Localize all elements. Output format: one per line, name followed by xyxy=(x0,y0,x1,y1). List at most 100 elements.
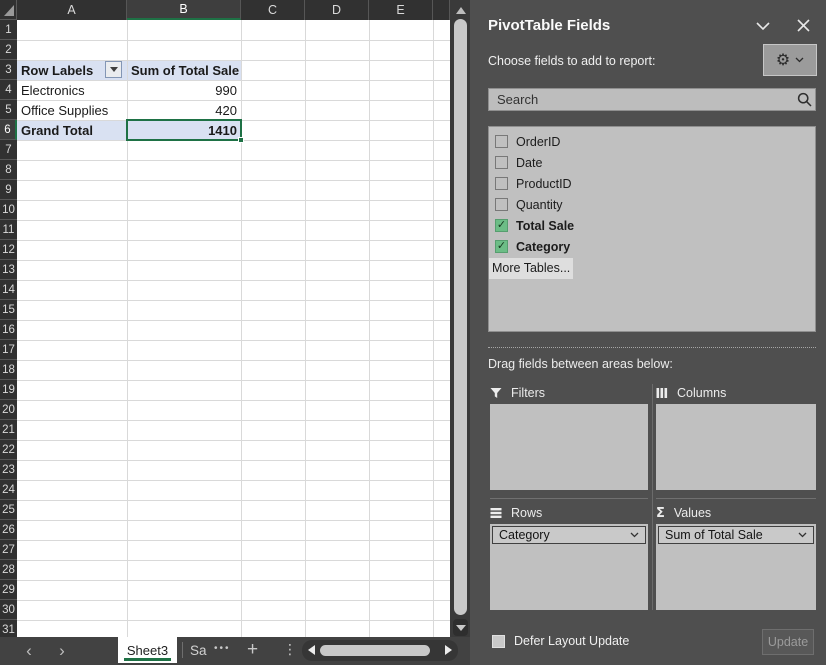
row-header-6[interactable]: 6 xyxy=(0,120,17,140)
row-header-26[interactable]: 26 xyxy=(0,520,17,540)
row-header-16[interactable]: 16 xyxy=(0,320,17,340)
field-list: OrderIDDateProductIDQuantity✓Total Sale✓… xyxy=(488,126,816,332)
row-header-28[interactable]: 28 xyxy=(0,560,17,580)
update-button[interactable]: Update xyxy=(762,629,814,655)
cell-B5[interactable]: 420 xyxy=(127,100,241,120)
row-header-14[interactable]: 14 xyxy=(0,280,17,300)
fill-handle[interactable] xyxy=(238,137,244,143)
row-header-25[interactable]: 25 xyxy=(0,500,17,520)
filters-area-label: Filters xyxy=(490,385,545,401)
filters-drop-area[interactable] xyxy=(490,404,648,490)
field-checkbox-category[interactable]: ✓ xyxy=(495,240,508,253)
field-item-category[interactable]: ✓Category xyxy=(489,237,815,258)
vertical-scrollbar[interactable] xyxy=(452,0,469,637)
scroll-right-icon[interactable] xyxy=(445,645,452,655)
close-panel-button[interactable] xyxy=(795,17,812,34)
tools-button[interactable]: ⚙ xyxy=(763,44,817,76)
more-sheets-icon[interactable]: ••• xyxy=(214,643,231,654)
more-tables-link[interactable]: More Tables... xyxy=(489,258,573,279)
col-header-D[interactable]: D xyxy=(305,0,369,20)
next-sheet-button[interactable]: › xyxy=(55,643,69,659)
row-header-13[interactable]: 13 xyxy=(0,260,17,280)
field-checkbox-productid[interactable] xyxy=(495,177,508,190)
row-header-23[interactable]: 23 xyxy=(0,460,17,480)
prev-sheet-button[interactable]: ‹ xyxy=(22,643,36,659)
sheet-tab-bar: ‹ › Sheet3 Sa ••• + ⋮ xyxy=(0,637,470,665)
values-drop-area[interactable]: Sum of Total Sale xyxy=(656,524,816,610)
collapse-panel-button[interactable] xyxy=(754,18,772,34)
cell-A4[interactable]: Electronics xyxy=(17,80,127,100)
row-header-18[interactable]: 18 xyxy=(0,360,17,380)
sheet-options-icon[interactable]: ⋮ xyxy=(283,641,297,658)
rows-drop-area[interactable]: Category xyxy=(490,524,648,610)
row-header-30[interactable]: 30 xyxy=(0,600,17,620)
field-item-date[interactable]: Date xyxy=(489,153,815,174)
rows-field-pill[interactable]: Category xyxy=(492,526,646,544)
field-item-productid[interactable]: ProductID xyxy=(489,174,815,195)
row-header-1[interactable]: 1 xyxy=(0,20,17,40)
col-header-A[interactable]: A xyxy=(17,0,127,20)
col-header-partial[interactable] xyxy=(433,0,450,20)
horizontal-scrollbar[interactable] xyxy=(302,640,458,661)
select-all-corner[interactable] xyxy=(0,0,17,20)
gridline xyxy=(17,360,450,361)
row-labels-filter-button[interactable] xyxy=(105,61,122,78)
row-header-27[interactable]: 27 xyxy=(0,540,17,560)
add-sheet-button[interactable]: + xyxy=(247,639,258,661)
search-input[interactable] xyxy=(488,88,816,111)
row-header-12[interactable]: 12 xyxy=(0,240,17,260)
row-header-8[interactable]: 8 xyxy=(0,160,17,180)
field-item-quantity[interactable]: Quantity xyxy=(489,195,815,216)
row-header-17[interactable]: 17 xyxy=(0,340,17,360)
cell-A6-grand-total[interactable]: Grand Total xyxy=(17,120,127,140)
defer-layout-label: Defer Layout Update xyxy=(514,634,629,648)
field-checkbox-total-sale[interactable]: ✓ xyxy=(495,219,508,232)
cell-A5[interactable]: Office Supplies xyxy=(17,100,127,120)
row-header-19[interactable]: 19 xyxy=(0,380,17,400)
drag-fields-hint: Drag fields between areas below: xyxy=(488,357,673,371)
gridline xyxy=(17,540,450,541)
row-header-22[interactable]: 22 xyxy=(0,440,17,460)
gridline xyxy=(17,300,450,301)
gridline xyxy=(17,260,450,261)
scroll-down-button[interactable] xyxy=(453,619,468,636)
defer-layout-checkbox[interactable] xyxy=(492,635,505,648)
col-header-C[interactable]: C xyxy=(241,0,305,20)
row-header-10[interactable]: 10 xyxy=(0,200,17,220)
columns-drop-area[interactable] xyxy=(656,404,816,490)
cell-grid[interactable]: Row LabelsSum of Total SaleElectronics99… xyxy=(17,20,450,637)
row-header-21[interactable]: 21 xyxy=(0,420,17,440)
scroll-left-icon[interactable] xyxy=(308,645,315,655)
field-checkbox-orderid[interactable] xyxy=(495,135,508,148)
field-checkbox-date[interactable] xyxy=(495,156,508,169)
cell-B3-sum-of-total-sale[interactable]: Sum of Total Sale xyxy=(127,60,241,80)
row-header-2[interactable]: 2 xyxy=(0,40,17,60)
tab-sheet3[interactable]: Sheet3 xyxy=(118,637,177,663)
row-header-9[interactable]: 9 xyxy=(0,180,17,200)
row-header-5[interactable]: 5 xyxy=(0,100,17,120)
active-sheet-label: Sheet3 xyxy=(127,643,168,658)
horizontal-scrollbar-thumb[interactable] xyxy=(320,645,430,656)
vertical-scrollbar-thumb[interactable] xyxy=(454,19,467,615)
col-header-E[interactable]: E xyxy=(369,0,433,20)
row-header-15[interactable]: 15 xyxy=(0,300,17,320)
values-field-pill[interactable]: Sum of Total Sale xyxy=(658,526,814,544)
col-header-B[interactable]: B xyxy=(127,0,241,20)
row-header-3[interactable]: 3 xyxy=(0,60,17,80)
row-header-20[interactable]: 20 xyxy=(0,400,17,420)
field-checkbox-quantity[interactable] xyxy=(495,198,508,211)
gridline xyxy=(17,100,450,101)
selected-cell-border-B6[interactable] xyxy=(126,119,242,141)
field-item-total-sale[interactable]: ✓Total Sale xyxy=(489,216,815,237)
row-header-7[interactable]: 7 xyxy=(0,140,17,160)
tab-divider xyxy=(182,642,183,658)
row-header-11[interactable]: 11 xyxy=(0,220,17,240)
tab-partial-sheet[interactable]: Sa xyxy=(190,642,207,660)
row-header-4[interactable]: 4 xyxy=(0,80,17,100)
row-header-29[interactable]: 29 xyxy=(0,580,17,600)
scroll-up-icon[interactable] xyxy=(456,7,466,14)
row-header-24[interactable]: 24 xyxy=(0,480,17,500)
cell-B4[interactable]: 990 xyxy=(127,80,241,100)
field-item-orderid[interactable]: OrderID xyxy=(489,132,815,153)
row-header-31[interactable]: 31 xyxy=(0,620,17,637)
